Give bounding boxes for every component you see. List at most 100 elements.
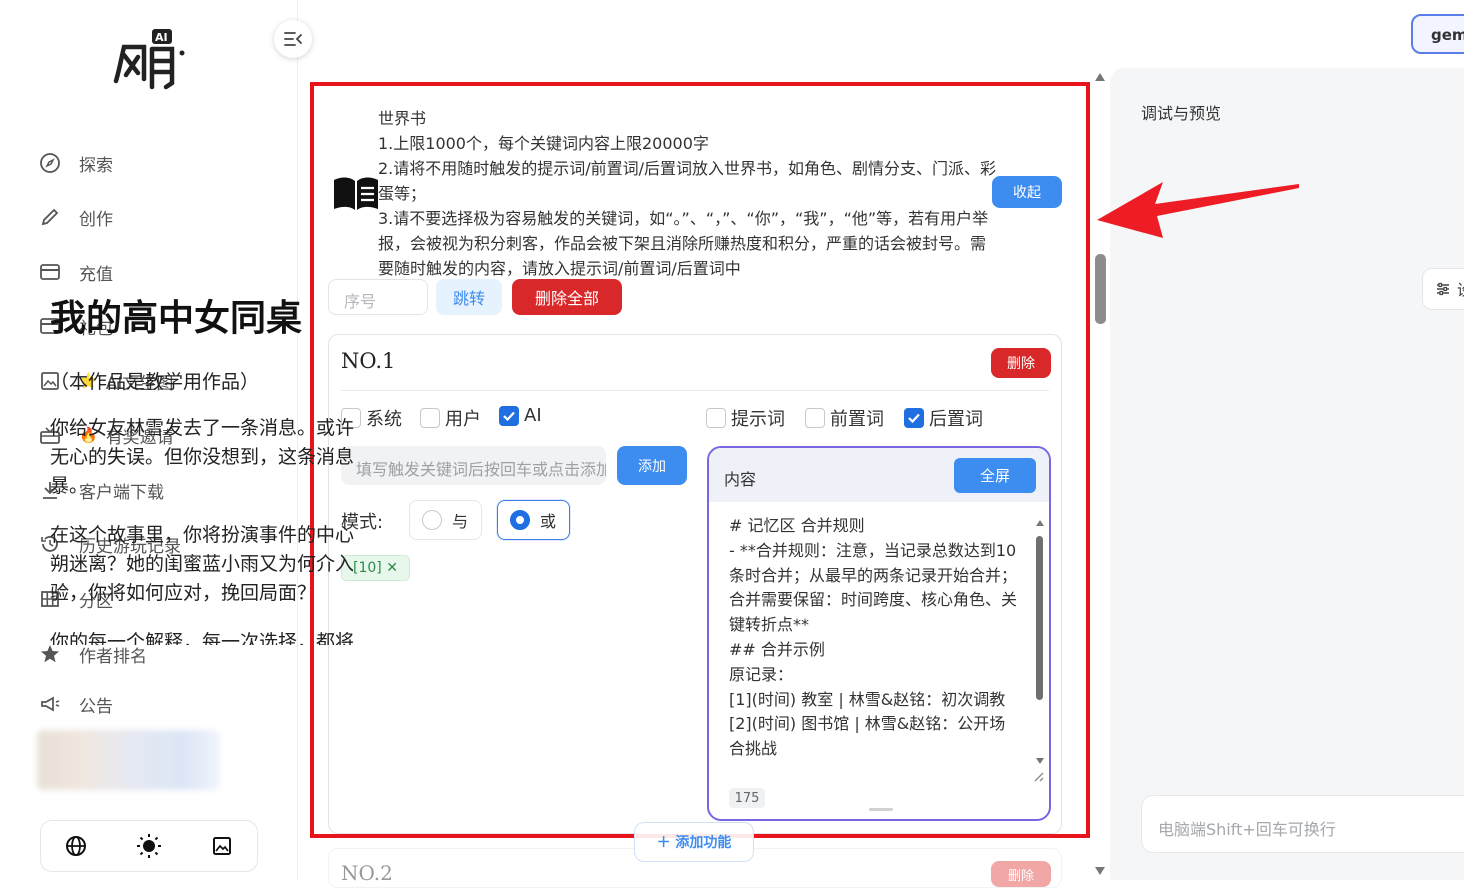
radio-selected-icon: [510, 510, 530, 530]
scroll-up-arrow-icon[interactable]: [1094, 72, 1106, 82]
role-ai-checkbox[interactable]: AI: [499, 405, 542, 426]
radio-label: 与: [452, 512, 469, 531]
collapse-button[interactable]: 收起: [992, 176, 1062, 208]
delete-all-button[interactable]: 删除全部: [512, 279, 622, 315]
content-editor[interactable]: 内容 全屏 # 记忆区 合并规则 - **合并规则：注意，当记录总数达到10条时…: [707, 446, 1051, 821]
content-textarea[interactable]: # 记忆区 合并规则 - **合并规则：注意，当记录总数达到10条时合并；从最早…: [729, 514, 1019, 762]
menu-collapse-icon: [284, 32, 302, 46]
star-icon: [38, 642, 62, 666]
entry-title: NO.2: [341, 861, 393, 885]
sidebar-item-label: 公告: [79, 696, 113, 715]
worldbook-entry-card: NO.1 删除 系统 用户 AI 提示词 前置词 后置词 填写触发关键词后按回车…: [328, 334, 1062, 834]
checkbox-checked-icon: [904, 408, 924, 428]
preview-title: 调试与预览: [1141, 104, 1222, 123]
drag-handle[interactable]: [869, 808, 893, 811]
story-title: 我的高中女同桌: [50, 298, 303, 339]
content-line: # 记忆区 合并规则: [729, 516, 865, 535]
add-function-button[interactable]: ＋ 添加功能: [634, 822, 754, 862]
worldbook-heading: 世界书: [378, 109, 427, 128]
globe-icon[interactable]: [65, 835, 87, 857]
content-line: 原记录：: [729, 664, 794, 684]
bottom-toolbar: [40, 820, 258, 872]
content-line: [2](时间) 图书馆 | 林雪&赵铭：公开场合挑战: [729, 714, 1006, 759]
sidebar-item-label: 创作: [79, 209, 113, 230]
settings-label: 设: [1457, 279, 1464, 300]
fullscreen-button[interactable]: 全屏: [954, 458, 1036, 493]
content-label: 内容: [724, 470, 757, 489]
checkbox-unchecked-icon: [805, 408, 825, 428]
story-line: 暴。: [50, 475, 89, 497]
story-paragraph: 你给女友林雪发去了一条消息。或许 无心的失误。但你没想到，这条消息 暴。: [50, 414, 380, 501]
fengyue-ai-logo[interactable]: AI: [110, 25, 190, 95]
open-book-icon: [334, 177, 378, 210]
position-suffix-checkbox[interactable]: 后置词: [904, 405, 983, 431]
checkbox-label: 用户: [445, 409, 481, 430]
story-line: 在这个故事里，你将扮演事件的中心: [50, 524, 355, 546]
sliders-icon: [1437, 282, 1449, 296]
sidebar-item-label: 探索: [79, 155, 113, 176]
content-line: ## 合并示例: [729, 639, 825, 659]
jump-button[interactable]: 跳转: [436, 279, 502, 315]
collapse-sidebar-button[interactable]: [274, 20, 312, 58]
page-scrollbar-thumb[interactable]: [1095, 254, 1106, 324]
position-prompt-checkbox[interactable]: 提示词: [706, 405, 785, 431]
preview-settings-button[interactable]: 设: [1422, 268, 1464, 310]
mode-or-radio[interactable]: 或: [497, 500, 570, 540]
radio-label: 或: [540, 512, 557, 531]
annotation-arrow: [1097, 182, 1299, 238]
story-line: 无心的失误。但你没想到，这条消息: [50, 446, 355, 468]
resize-handle-icon[interactable]: [1031, 769, 1045, 783]
worldbook-rule: 3.请不要选择极为容易触发的关键词，如“。”、“，”、“你”，“我”，“他”等，…: [378, 209, 989, 278]
sidebar-item-create[interactable]: 创作: [38, 202, 113, 232]
content-line: - **合并规则：注意，当记录总数达到10条时合并；从最早的两条记录开始合并；合…: [729, 540, 1018, 635]
story-line: 你给女友林雪发去了一条消息。或许: [50, 417, 355, 439]
user-profile-blurred[interactable]: [37, 730, 220, 790]
sidebar-item-announcement[interactable]: 公告: [38, 694, 113, 714]
story-paragraph: 在这个故事里，你将扮演事件的中心 朔迷离？她的闺蜜蓝小雨又为何介入 验，你将如何…: [50, 521, 380, 608]
chat-input[interactable]: 电脑端Shift+回车可换行: [1141, 795, 1464, 853]
sidebar-item-recharge[interactable]: 充值: [38, 257, 113, 287]
sun-icon[interactable]: [136, 833, 162, 859]
sidebar-item-explore[interactable]: 探索: [38, 148, 113, 178]
radio-unselected-icon: [422, 510, 442, 530]
story-line: 验，你将如何应对，挽回局面？: [50, 582, 317, 604]
divider: [341, 390, 1049, 391]
svg-text:AI: AI: [155, 31, 168, 44]
checkbox-label: 提示词: [731, 409, 785, 430]
worldbook-editor: 世界书 1.上限1000个，每个关键词内容上限20000字 2.请将不用随时触发…: [310, 82, 1090, 838]
image-icon[interactable]: [211, 835, 233, 857]
keyword-input[interactable]: 填写触发关键词后按回车或点击添加: [341, 446, 606, 485]
scroll-down-arrow-icon[interactable]: [1094, 866, 1106, 876]
checkbox-checked-icon: [499, 405, 519, 426]
worldbook-rule: 2.请将不用随时触发的提示词/前置词/后置词放入世界书，如角色、剧情分支、门派、…: [378, 159, 997, 203]
delete-entry-button[interactable]: 删除: [991, 348, 1051, 378]
checkbox-label: AI: [524, 405, 542, 426]
role-user-checkbox[interactable]: 用户: [420, 405, 481, 431]
sidebar-item-label: 充值: [79, 264, 113, 285]
sidebar-item-label: 作者排名: [79, 646, 147, 667]
compass-icon: [38, 151, 62, 175]
worldbook-description: 世界书 1.上限1000个，每个关键词内容上限20000字 2.请将不用随时触发…: [378, 106, 998, 281]
delete-entry-button[interactable]: 删除: [991, 861, 1051, 887]
position-prefix-checkbox[interactable]: 前置词: [805, 405, 884, 431]
checkbox-unchecked-icon: [706, 408, 726, 428]
checkbox-label: 前置词: [830, 409, 884, 430]
card-icon: [38, 260, 62, 284]
add-keyword-button[interactable]: 添加: [617, 446, 687, 485]
content-header: 内容 全屏: [709, 448, 1049, 502]
story-line: 朔迷离？她的闺蜜蓝小雨又为何介入: [50, 553, 355, 575]
model-select-button[interactable]: gemini: [1411, 14, 1464, 54]
worldbook-rule: 1.上限1000个，每个关键词内容上限20000字: [378, 134, 709, 153]
character-count: 175: [729, 788, 765, 808]
checkbox-unchecked-icon: [420, 408, 440, 428]
story-line: 你的每一个解释，每一次选择，都将: [50, 631, 355, 645]
content-line: [1](时间) 教室 | 林雪&赵铭：初次调教: [729, 689, 1006, 709]
pencil-icon: [38, 205, 62, 229]
megaphone-icon: [38, 694, 62, 714]
content-scrollbar-thumb[interactable]: [1036, 536, 1043, 700]
checkbox-label: 后置词: [929, 409, 983, 430]
mode-and-radio[interactable]: 与: [409, 500, 482, 540]
story-preview: 我的高中女同桌 （本作品是教学用作品） 你给女友林雪发去了一条消息。或许 无心的…: [50, 285, 380, 645]
story-paragraph: 你的每一个解释，每一次选择，都将: [50, 628, 380, 645]
story-subtitle: （本作品是教学用作品）: [50, 371, 260, 393]
